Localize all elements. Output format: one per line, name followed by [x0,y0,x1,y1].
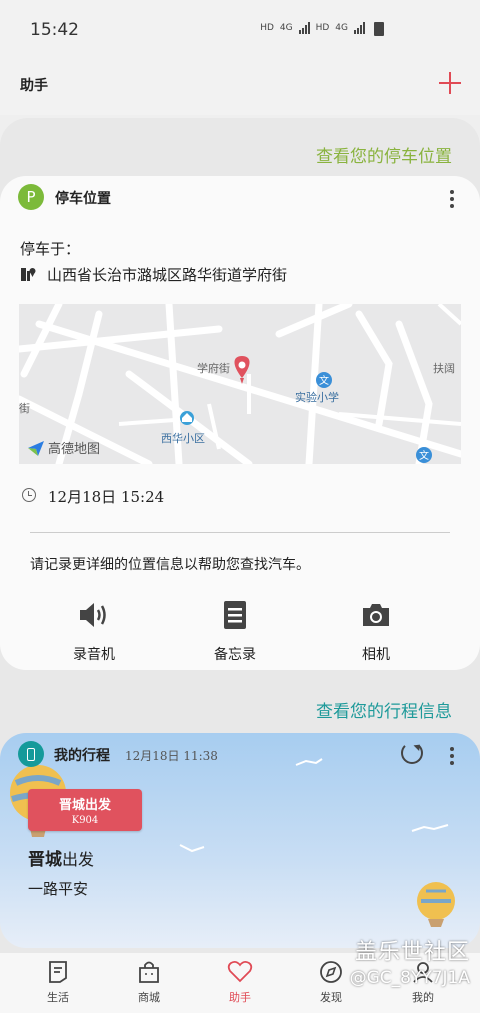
memo-icon [224,601,246,629]
camera-label: 相机 [362,647,390,663]
trip-background [10,758,455,927]
trip-card-title: 我的行程 [54,748,110,764]
memo-label: 备忘录 [214,647,256,663]
watermark: 盖乐世社区 @GC_8YY7J1A [350,934,470,988]
shopping-bag-icon [139,961,159,983]
train-number: K904 [71,815,99,826]
watermark-title: 盖乐世社区 [354,940,470,965]
map-poi-edge: 扶阔 [433,362,455,375]
trip-more-options-icon[interactable] [450,747,454,768]
more-options-icon[interactable] [450,190,454,211]
trip-time: 12月18日 11:38 [125,749,218,763]
parking-card[interactable]: P 停车位置 停车于： 山西省长治市潞城区路华街道学府街 文 文 学府街 街 实… [0,176,480,670]
compass-icon [320,961,342,983]
plus-icon[interactable] [438,70,462,94]
hd-label-2: HD [315,23,330,33]
network-gen-label-2: 4G [335,23,348,33]
divider [30,532,450,533]
trip-destination: 晋城出发 [28,850,95,870]
nav-item-mall[interactable]: 商城 [114,959,184,1005]
view-trip-link[interactable]: 查看您的行程信息 [316,697,452,722]
recorder-button[interactable]: 录音机 [54,598,134,664]
watermark-user: @GC_8YY7J1A [349,968,470,988]
camera-button[interactable]: 相机 [336,598,416,664]
signal-icon-2 [354,22,365,34]
heart-icon [227,960,253,983]
nav-label-life: 生活 [47,991,69,1004]
map-poi-community: 西华小区 [161,432,205,445]
map-poi-school: 实验小学 [295,391,339,404]
trip-icon [18,741,44,767]
network-gen-label: 4G [279,23,293,33]
svg-text:文: 文 [319,374,329,387]
nav-label-mine: 我的 [412,991,434,1004]
train-tag-title: 晋城出发 [58,798,111,813]
nav-item-life[interactable]: 生活 [23,959,93,1005]
parking-datetime: 12月18日 15:24 [48,488,165,506]
refresh-icon[interactable] [401,742,423,764]
map-street-label: 学府街 [197,362,230,375]
nav-label-discover: 发现 [320,991,342,1004]
battery-icon [374,22,384,36]
svg-text:文: 文 [419,449,429,462]
trip-wish: 一路平安 [28,880,89,898]
parking-icon: P [18,184,44,210]
signal-icon [298,22,310,34]
nav-label-mall: 商城 [138,991,160,1004]
clock-icon [22,488,36,502]
memo-button[interactable]: 备忘录 [195,598,275,664]
train-ticket-tag: 晋城出发 K904 [28,789,142,831]
parking-hint: 请记录更详细的位置信息以帮助您查找汽车。 [30,557,310,573]
parking-card-title: 停车位置 [55,191,111,207]
camera-icon [363,604,389,626]
app-bar: 助手 [0,60,480,115]
parking-map[interactable]: 文 文 学府街 街 实验小学 西华小区 扶阔 高德地图 [19,304,461,464]
status-time: 15:42 [30,20,79,40]
trip-card[interactable]: 我的行程 12月18日 11:38 晋城出发 K904 晋城出发 一路平安 [0,733,480,948]
page-title: 助手 [20,78,48,94]
view-parking-link[interactable]: 查看您的停车位置 [316,142,452,167]
amap-logo-icon [28,440,44,456]
recorder-label: 录音机 [73,647,115,663]
hd-label: HD [260,23,274,33]
map-logo: 高德地图 [27,438,100,457]
parked-at-label: 停车于： [20,240,81,258]
nav-item-assistant[interactable]: 助手 [205,959,275,1005]
birds [179,758,449,853]
life-icon [49,961,67,983]
map-street-label-2: 街 [19,402,30,415]
status-icons: HD 4G HD 4G [260,22,385,34]
status-bar: 15:42 HD 4G HD 4G [0,0,480,60]
parking-address: 山西省长治市潞城区路华街道学府街 [47,266,288,284]
nav-label-assistant: 助手 [229,991,251,1004]
hot-air-balloon-right [417,882,455,927]
map-pin-icon [21,268,36,281]
speaker-icon [80,603,106,627]
